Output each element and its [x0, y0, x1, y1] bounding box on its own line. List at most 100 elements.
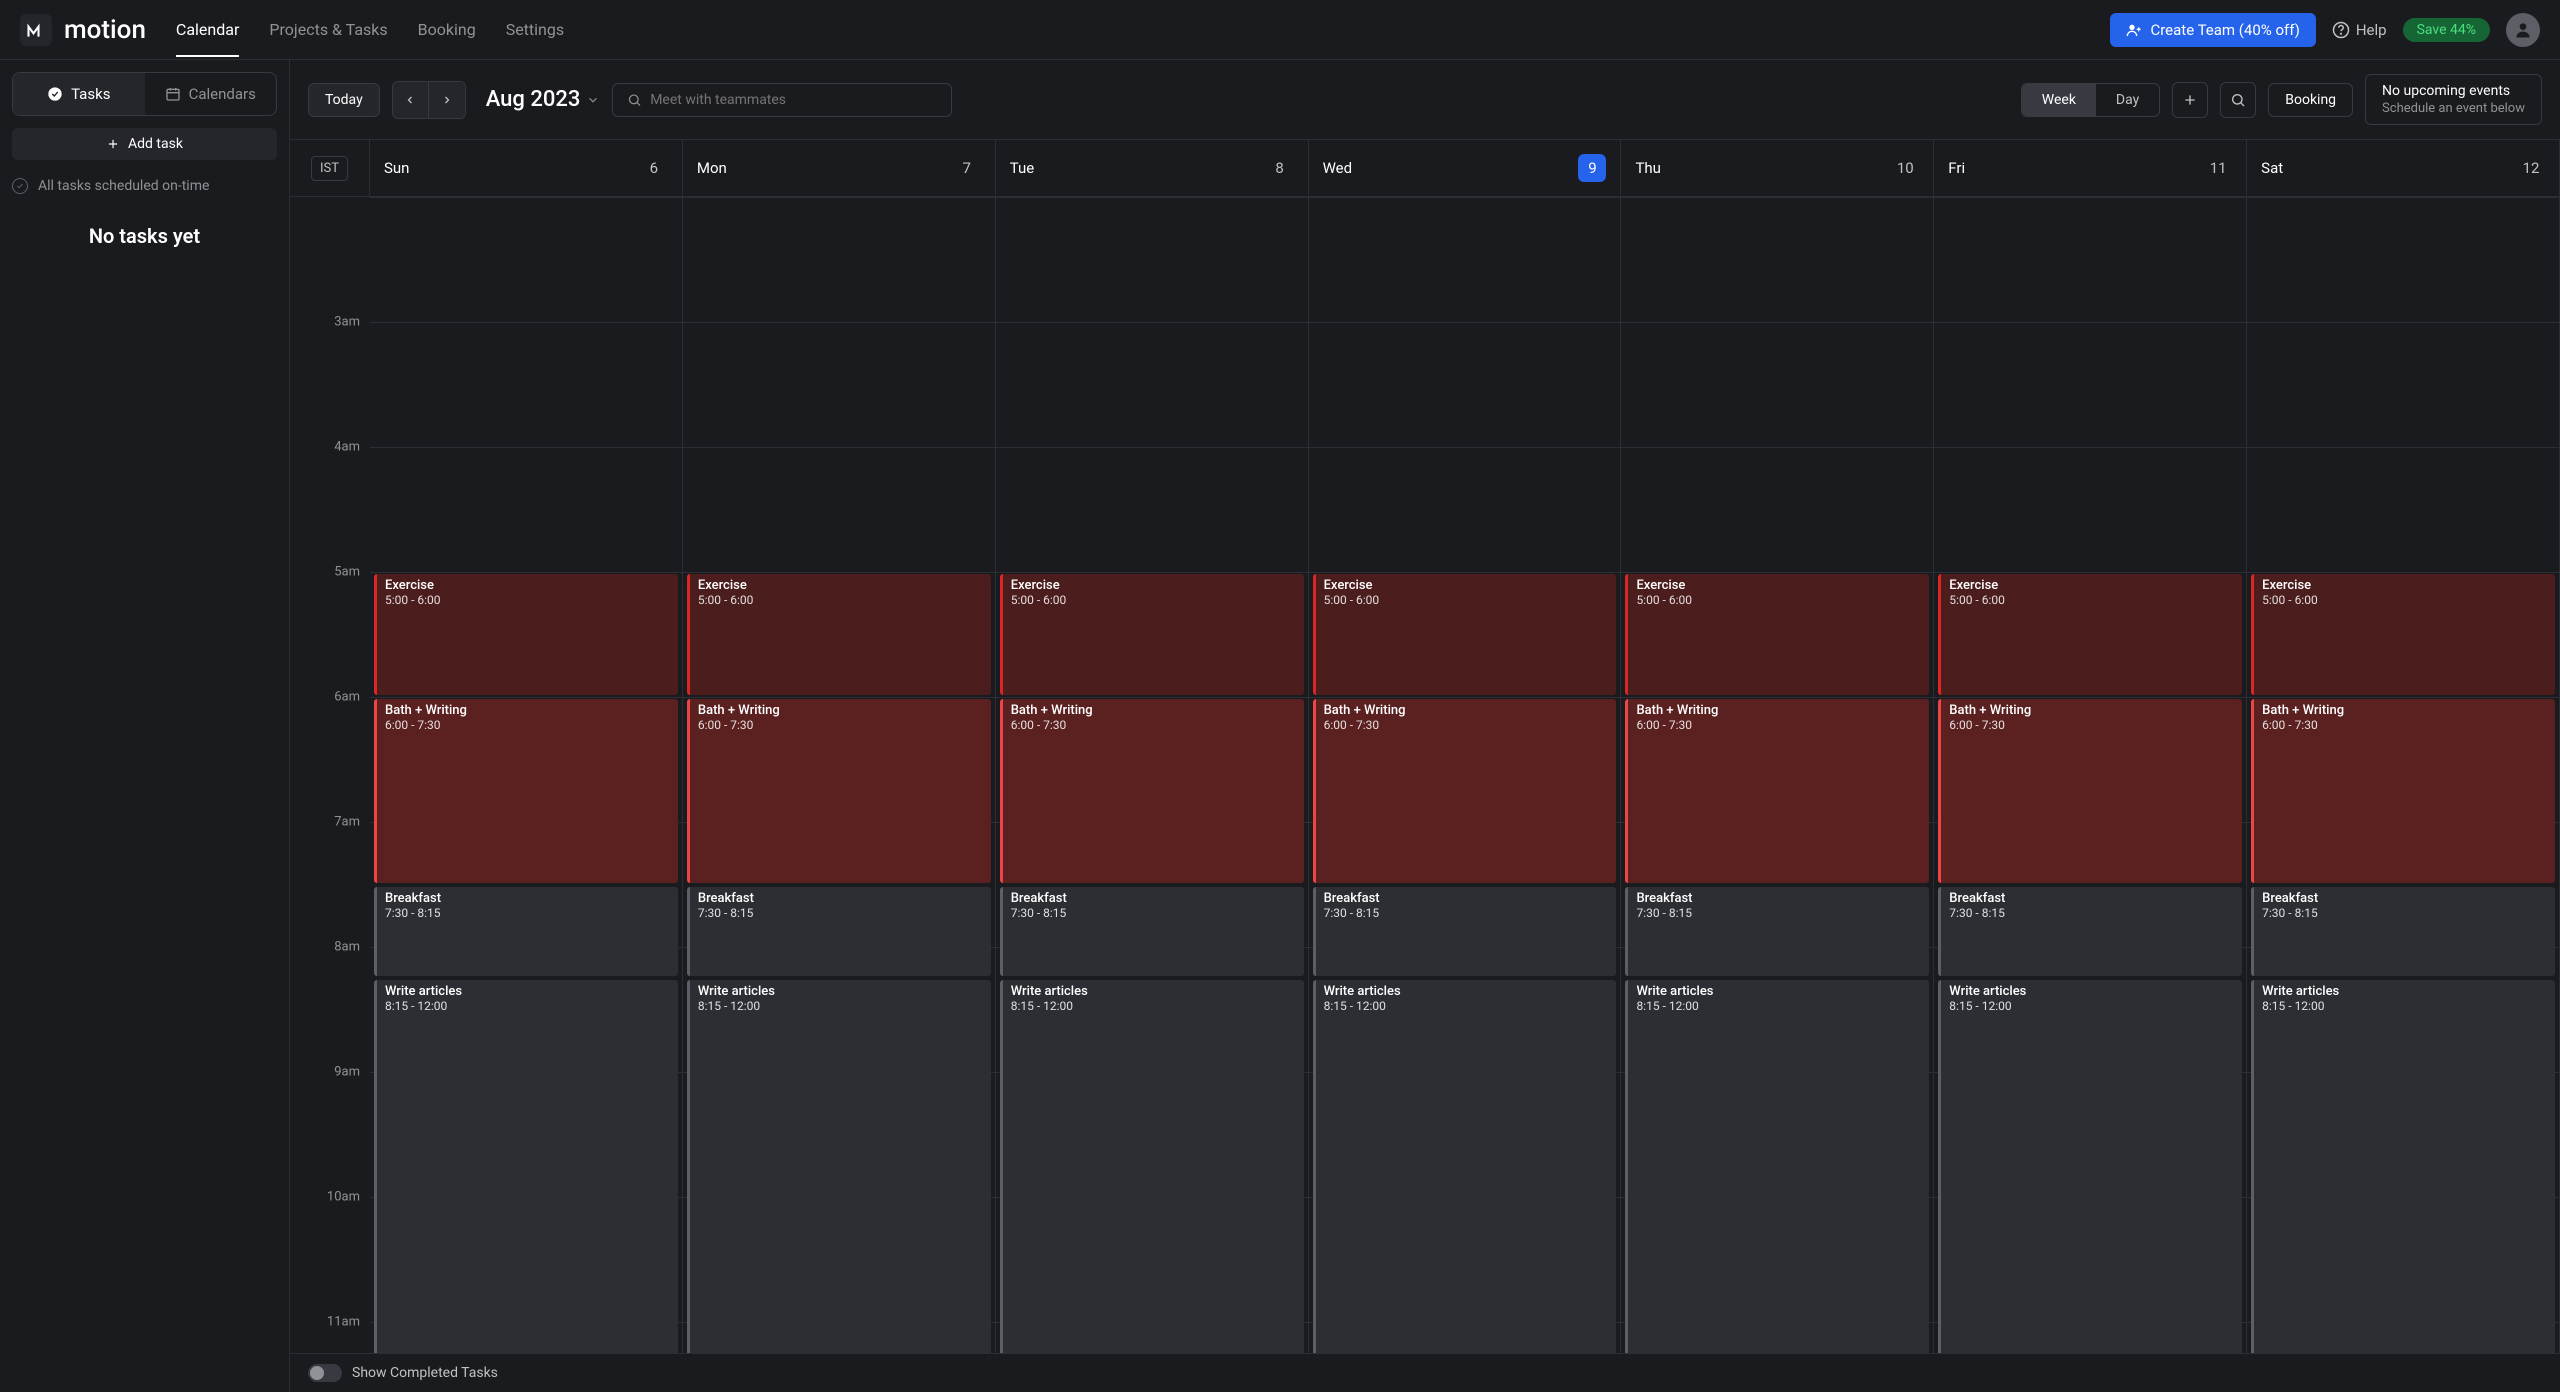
- calendar-panel: Today Aug 2023 Week Day: [290, 60, 2560, 1392]
- chevron-left-icon: [404, 94, 416, 106]
- day-view-button[interactable]: Day: [2096, 84, 2159, 116]
- sidebar-view-toggle: Tasks Calendars: [12, 72, 277, 116]
- meet-input[interactable]: [650, 92, 937, 108]
- tasks-tab[interactable]: Tasks: [13, 73, 145, 115]
- month-picker[interactable]: Aug 2023: [486, 87, 601, 112]
- event-title: Exercise: [1636, 578, 1921, 593]
- calendar-icon: [165, 86, 181, 102]
- event-bath-writing[interactable]: Bath + Writing6:00 - 7:30: [1938, 699, 2242, 883]
- day-column[interactable]: Exercise5:00 - 6:00Bath + Writing6:00 - …: [1934, 197, 2247, 1353]
- event-time: 6:00 - 7:30: [1011, 718, 1296, 732]
- time-label: 8am: [334, 940, 360, 955]
- week-view-button[interactable]: Week: [2022, 84, 2096, 116]
- nav-settings[interactable]: Settings: [506, 2, 564, 57]
- add-event-button[interactable]: [2172, 82, 2208, 118]
- event-time: 6:00 - 7:30: [1636, 718, 1921, 732]
- event-time: 7:30 - 8:15: [2262, 906, 2547, 920]
- event-write-articles[interactable]: Write articles8:15 - 12:00: [1625, 980, 1929, 1353]
- today-button[interactable]: Today: [308, 83, 380, 117]
- event-time: 8:15 - 12:00: [2262, 999, 2547, 1013]
- event-title: Breakfast: [385, 891, 670, 906]
- event-title: Bath + Writing: [1324, 703, 1609, 718]
- next-week-button[interactable]: [429, 82, 465, 118]
- event-bath-writing[interactable]: Bath + Writing6:00 - 7:30: [374, 699, 678, 883]
- event-breakfast[interactable]: Breakfast7:30 - 8:15: [1625, 887, 1929, 977]
- event-breakfast[interactable]: Breakfast7:30 - 8:15: [1000, 887, 1304, 977]
- time-label: 7am: [334, 815, 360, 830]
- day-header-row: IST Sun6Mon7Tue8Wed9Thu10Fri11Sat12: [290, 139, 2560, 197]
- event-exercise[interactable]: Exercise5:00 - 6:00: [1313, 574, 1617, 695]
- event-write-articles[interactable]: Write articles8:15 - 12:00: [1000, 980, 1304, 1353]
- event-breakfast[interactable]: Breakfast7:30 - 8:15: [1313, 887, 1617, 977]
- event-title: Bath + Writing: [2262, 703, 2547, 718]
- event-bath-writing[interactable]: Bath + Writing6:00 - 7:30: [687, 699, 991, 883]
- event-title: Write articles: [385, 984, 670, 999]
- event-time: 8:15 - 12:00: [1636, 999, 1921, 1013]
- nav-calendar[interactable]: Calendar: [176, 2, 239, 57]
- event-time: 8:15 - 12:00: [1949, 999, 2234, 1013]
- meet-search[interactable]: [612, 83, 952, 117]
- event-write-articles[interactable]: Write articles8:15 - 12:00: [1938, 980, 2242, 1353]
- event-write-articles[interactable]: Write articles8:15 - 12:00: [374, 980, 678, 1353]
- day-header-fri: Fri11: [1934, 140, 2247, 196]
- search-button[interactable]: [2220, 82, 2256, 118]
- create-team-label: Create Team (40% off): [2150, 21, 2299, 39]
- time-label: 3am: [334, 315, 360, 330]
- event-title: Bath + Writing: [385, 703, 670, 718]
- event-write-articles[interactable]: Write articles8:15 - 12:00: [1313, 980, 1617, 1353]
- event-title: Breakfast: [1636, 891, 1921, 906]
- day-column[interactable]: Exercise5:00 - 6:00Bath + Writing6:00 - …: [2247, 197, 2560, 1353]
- event-bath-writing[interactable]: Bath + Writing6:00 - 7:30: [1000, 699, 1304, 883]
- event-breakfast[interactable]: Breakfast7:30 - 8:15: [1938, 887, 2242, 977]
- day-column[interactable]: Exercise5:00 - 6:00Bath + Writing6:00 - …: [683, 197, 996, 1353]
- event-time: 6:00 - 7:30: [698, 718, 983, 732]
- create-team-button[interactable]: Create Team (40% off): [2110, 13, 2315, 47]
- days-grid: Exercise5:00 - 6:00Bath + Writing6:00 - …: [370, 197, 2560, 1353]
- day-header-wed: Wed9: [1309, 140, 1622, 196]
- event-breakfast[interactable]: Breakfast7:30 - 8:15: [687, 887, 991, 977]
- day-column[interactable]: Exercise5:00 - 6:00Bath + Writing6:00 - …: [996, 197, 1309, 1353]
- nav-projects-tasks[interactable]: Projects & Tasks: [269, 2, 387, 57]
- day-column[interactable]: Exercise5:00 - 6:00Bath + Writing6:00 - …: [370, 197, 683, 1353]
- event-time: 6:00 - 7:30: [1949, 718, 2234, 732]
- event-exercise[interactable]: Exercise5:00 - 6:00: [1000, 574, 1304, 695]
- event-exercise[interactable]: Exercise5:00 - 6:00: [687, 574, 991, 695]
- day-number: 7: [953, 154, 981, 182]
- event-bath-writing[interactable]: Bath + Writing6:00 - 7:30: [1625, 699, 1929, 883]
- day-column[interactable]: Exercise5:00 - 6:00Bath + Writing6:00 - …: [1621, 197, 1934, 1353]
- event-title: Write articles: [1324, 984, 1609, 999]
- event-write-articles[interactable]: Write articles8:15 - 12:00: [2251, 980, 2555, 1353]
- prev-week-button[interactable]: [393, 82, 429, 118]
- event-exercise[interactable]: Exercise5:00 - 6:00: [1625, 574, 1929, 695]
- timezone-pill[interactable]: IST: [311, 156, 348, 181]
- event-title: Breakfast: [1949, 891, 2234, 906]
- event-title: Write articles: [2262, 984, 2547, 999]
- event-bath-writing[interactable]: Bath + Writing6:00 - 7:30: [2251, 699, 2555, 883]
- app-logo[interactable]: motion: [20, 14, 146, 46]
- add-task-button[interactable]: Add task: [12, 128, 277, 160]
- event-exercise[interactable]: Exercise5:00 - 6:00: [1938, 574, 2242, 695]
- event-breakfast[interactable]: Breakfast7:30 - 8:15: [374, 887, 678, 977]
- event-time: 6:00 - 7:30: [385, 718, 670, 732]
- calendars-tab[interactable]: Calendars: [145, 73, 277, 115]
- event-time: 5:00 - 6:00: [2262, 593, 2547, 607]
- show-completed-switch[interactable]: [308, 1364, 342, 1382]
- avatar[interactable]: [2506, 13, 2540, 47]
- show-completed-label: Show Completed Tasks: [352, 1365, 498, 1381]
- booking-button[interactable]: Booking: [2268, 83, 2353, 117]
- event-exercise[interactable]: Exercise5:00 - 6:00: [2251, 574, 2555, 695]
- event-exercise[interactable]: Exercise5:00 - 6:00: [374, 574, 678, 695]
- week-nav-arrows: [392, 81, 466, 119]
- help-link[interactable]: Help: [2332, 21, 2387, 39]
- nav-booking[interactable]: Booking: [418, 2, 476, 57]
- event-breakfast[interactable]: Breakfast7:30 - 8:15: [2251, 887, 2555, 977]
- event-bath-writing[interactable]: Bath + Writing6:00 - 7:30: [1313, 699, 1617, 883]
- brand-name: motion: [64, 15, 146, 45]
- status-dot-icon: [12, 178, 28, 194]
- save-badge[interactable]: Save 44%: [2403, 18, 2490, 42]
- calendar-toolbar: Today Aug 2023 Week Day: [290, 60, 2560, 139]
- day-column[interactable]: Exercise5:00 - 6:00Bath + Writing6:00 - …: [1309, 197, 1622, 1353]
- no-tasks-message: No tasks yet: [12, 224, 277, 248]
- month-label-text: Aug 2023: [486, 87, 581, 112]
- event-write-articles[interactable]: Write articles8:15 - 12:00: [687, 980, 991, 1353]
